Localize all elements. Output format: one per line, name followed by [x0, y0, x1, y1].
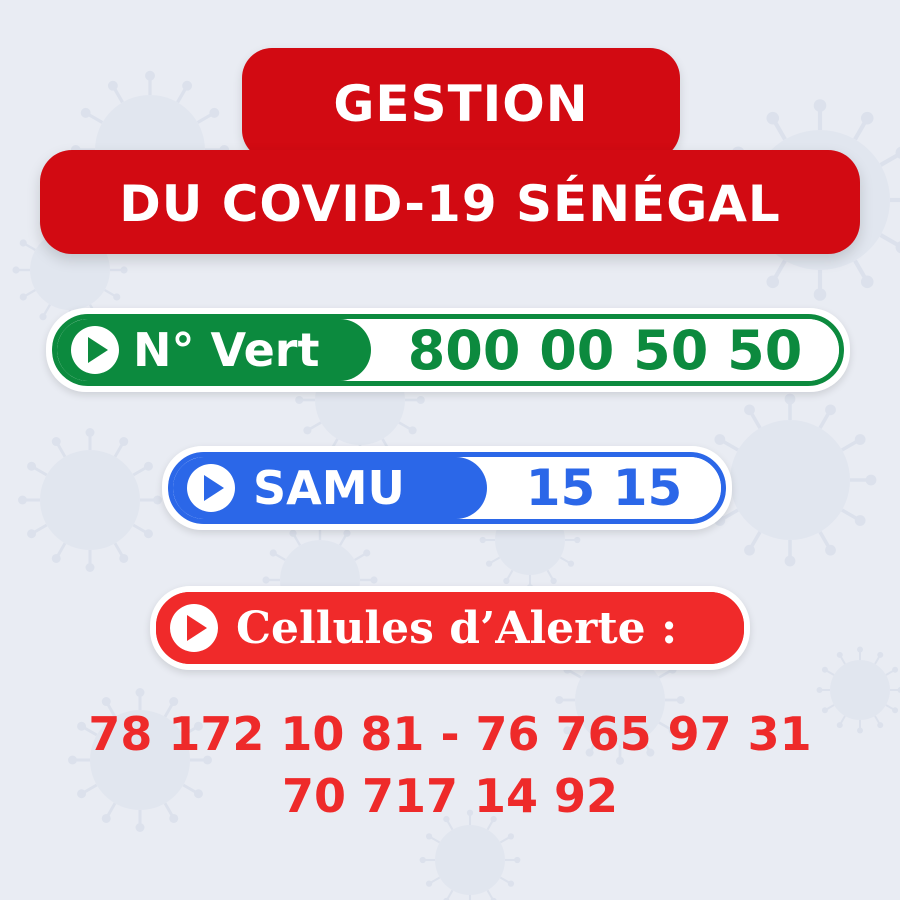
- hotline-numero-vert: N° Vert 800 00 50 50: [46, 308, 850, 392]
- alert-phone-numbers-line-1[interactable]: 78 172 10 81 - 76 765 97 31: [40, 706, 860, 762]
- virus-icon: [18, 428, 162, 572]
- alert-cells-banner: Cellules d’Alerte :: [150, 586, 750, 670]
- alert-label: Cellules d’Alerte :: [236, 602, 678, 654]
- hotline-label-box: N° Vert: [57, 319, 371, 381]
- hotline-samu: SAMU 15 15: [162, 446, 732, 530]
- play-icon: [71, 326, 119, 374]
- hotline-number[interactable]: 15 15: [487, 457, 721, 519]
- play-icon: [187, 464, 235, 512]
- alert-phone-numbers-line-2[interactable]: 70 717 14 92: [40, 768, 860, 824]
- play-icon: [170, 604, 218, 652]
- hotline-label: SAMU: [253, 461, 405, 515]
- title-line-1: GESTION: [333, 75, 589, 133]
- hotline-number[interactable]: 800 00 50 50: [371, 319, 839, 381]
- hotline-label: N° Vert: [133, 323, 320, 377]
- alert-label-box: Cellules d’Alerte :: [156, 592, 744, 664]
- title-line-2: DU COVID-19 SÉNÉGAL: [119, 175, 781, 233]
- hotline-label-box: SAMU: [173, 457, 487, 519]
